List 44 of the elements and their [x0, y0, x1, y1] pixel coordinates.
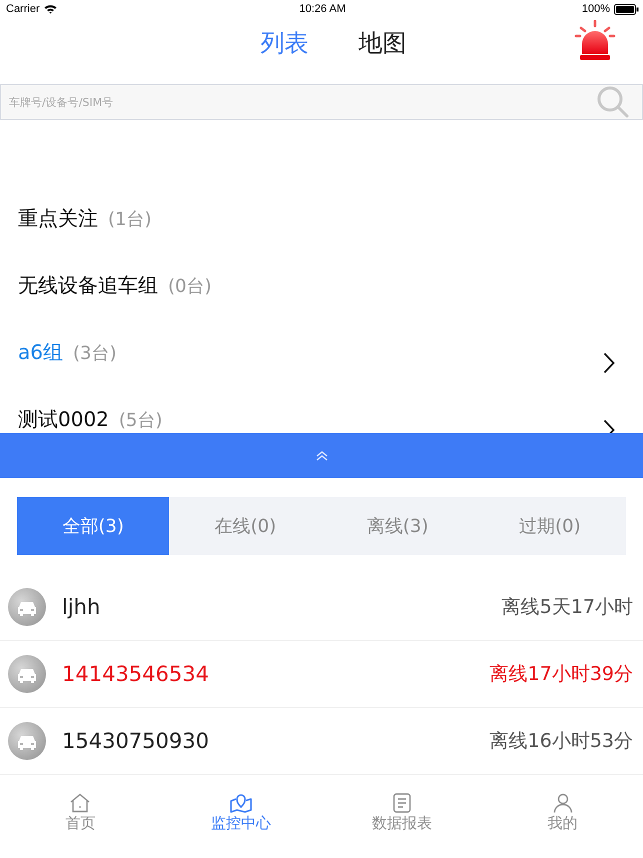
vehicle-status: 离线16小时53分 [490, 729, 633, 754]
double-chevron-up-icon[interactable] [316, 450, 328, 460]
nav-item[interactable]: 首页 [0, 793, 161, 833]
nav-item[interactable]: 我的 [482, 793, 643, 833]
group-name: 无线设备追车组 [18, 272, 158, 299]
battery-icon [614, 4, 639, 14]
home-icon [69, 793, 92, 813]
clock: 10:26 AM [299, 3, 346, 15]
filter-tab[interactable]: 在线(0) [169, 497, 322, 555]
group-count: (3台) [72, 342, 116, 364]
group-row[interactable]: 无线设备追车组 (0台) [0, 252, 643, 319]
vehicle-status: 离线17小时39分 [490, 662, 633, 687]
carrier-label: Carrier [6, 3, 40, 15]
wifi-icon [44, 4, 57, 14]
group-count: (1台) [108, 208, 152, 230]
group-count: (5台) [118, 408, 162, 432]
alarm-light-icon[interactable] [573, 20, 617, 62]
group-name: 测试0002 [18, 406, 109, 433]
car-avatar-icon [8, 655, 46, 693]
filter-tab[interactable]: 离线(3) [322, 497, 474, 555]
map-pin-icon [229, 793, 254, 813]
vehicle-name: 15430750930 [62, 729, 210, 753]
document-icon [392, 793, 411, 813]
group-count: (0台) [168, 274, 212, 298]
nav-item[interactable]: 监控中心 [160, 793, 322, 833]
group-name: a6组 [18, 339, 63, 366]
nav-item[interactable]: 数据报表 [322, 793, 482, 833]
group-row[interactable]: 测试0002 (5台) [0, 386, 643, 433]
vehicle-status: 离线5天17小时 [502, 595, 633, 620]
group-name: 重点关注 [18, 205, 98, 232]
vehicle-name: 14143546534 [62, 662, 210, 686]
group-row[interactable]: a6组 (3台) [0, 319, 643, 386]
chevron-right-icon [603, 352, 615, 374]
search-field[interactable]: 车牌号/设备号/SIM号 [0, 84, 643, 120]
car-avatar-icon [8, 588, 46, 626]
filter-tab[interactable]: 过期(0) [474, 497, 626, 555]
battery-percent: 100% [582, 3, 610, 15]
vehicle-name: ljhh [62, 595, 102, 619]
group-row[interactable]: 重点关注 (1台) [0, 185, 643, 252]
header-tab[interactable]: 地图 [358, 27, 406, 59]
header-tab[interactable]: 列表 [260, 27, 308, 59]
person-icon [552, 793, 573, 813]
filter-tab[interactable]: 全部(3) [17, 497, 170, 555]
car-avatar-icon [8, 722, 46, 760]
